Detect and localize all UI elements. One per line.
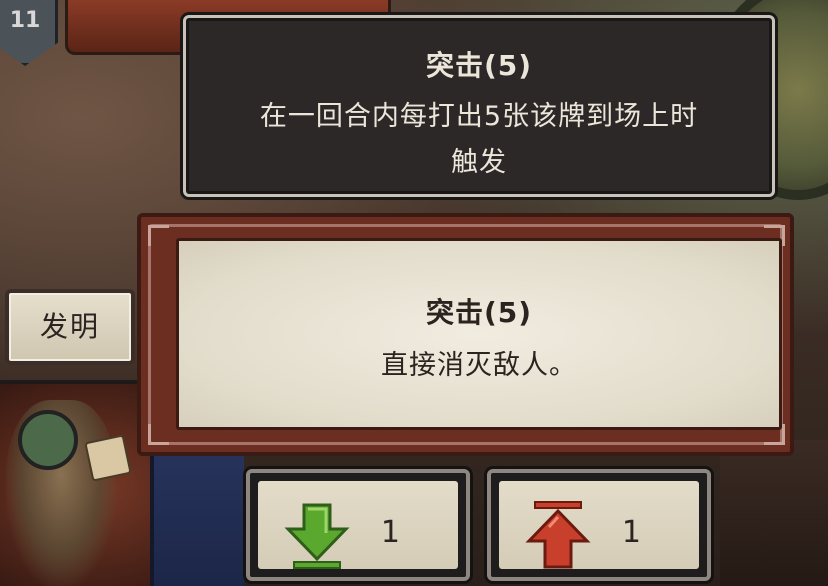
dice-icon [84, 434, 132, 482]
bottom-right-panel [720, 440, 828, 586]
upvote-button-face: 1 [499, 481, 699, 569]
card-description: 直接消灭敌人。 [381, 350, 577, 381]
red-up-arrow-icon [525, 501, 591, 569]
tooltip-description-line2: 触发 [451, 147, 507, 178]
green-down-arrow-icon [284, 503, 350, 569]
card-panel[interactable]: 突击(5) 直接消灭敌人。 [176, 238, 782, 430]
tooltip-description-line1: 在一回合内每打出5张该牌到场上时 [259, 101, 699, 132]
keyword-tooltip: 突击(5) 在一回合内每打出5张该牌到场上时 触发 [183, 15, 775, 197]
card-title: 突击(5) [425, 296, 533, 329]
tooltip-description: 在一回合内每打出5张该牌到场上时 触发 [214, 94, 744, 186]
downvote-button-face: 1 [258, 481, 458, 569]
downvote-count: 1 [380, 515, 400, 550]
tooltip-title: 突击(5) [425, 49, 533, 82]
upvote-count: 1 [621, 515, 641, 550]
character-head [18, 410, 78, 470]
frame-corner-ornament [148, 225, 169, 246]
invent-button[interactable]: 发明 [5, 289, 135, 365]
downvote-button[interactable]: 1 [246, 469, 470, 581]
upvote-button[interactable]: 1 [487, 469, 711, 581]
frame-corner-ornament [148, 424, 169, 445]
